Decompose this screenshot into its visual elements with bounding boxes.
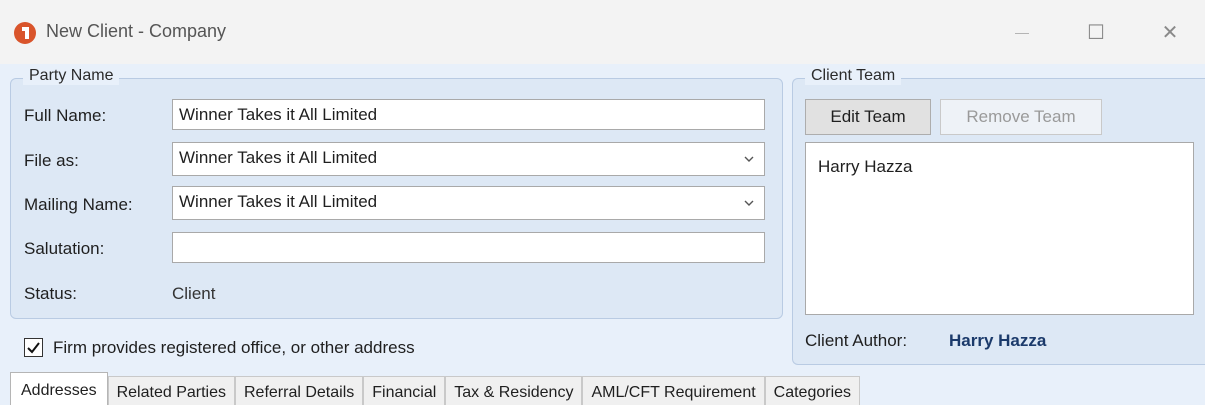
tab-financial[interactable]: Financial <box>363 376 446 405</box>
salutation-input[interactable] <box>172 232 765 263</box>
party-name-legend: Party Name <box>23 67 120 85</box>
full-name-input[interactable]: Winner Takes it All Limited <box>172 99 765 130</box>
tab-categories[interactable]: Categories <box>764 376 861 405</box>
tab-label: Tax & Residency <box>454 384 574 401</box>
maximize-icon: ☐ <box>1087 21 1105 44</box>
file-as-combo[interactable]: Winner Takes it All Limited <box>172 142 765 176</box>
client-team-legend: Client Team <box>805 67 902 85</box>
tab-label: Related Parties <box>116 384 226 401</box>
file-as-label: File as: <box>24 151 79 170</box>
tab-addresses[interactable]: Addresses <box>10 372 108 405</box>
tab-referral-details[interactable]: Referral Details <box>234 376 364 405</box>
tab-related-parties[interactable]: Related Parties <box>107 376 235 405</box>
client-author-value: Harry Hazza <box>949 331 1047 350</box>
tab-aml-cft-requirement[interactable]: AML/CFT Requirement <box>582 376 765 405</box>
full-name-value: Winner Takes it All Limited <box>179 105 378 124</box>
status-value: Client <box>172 284 216 303</box>
mailing-name-value: Winner Takes it All Limited <box>179 192 378 211</box>
close-button[interactable]: ✕ <box>1148 14 1192 50</box>
client-author-label: Client Author: <box>805 331 908 350</box>
team-members-list[interactable]: Harry Hazza <box>805 142 1194 315</box>
file-as-value: Winner Takes it All Limited <box>179 148 378 167</box>
minimize-button[interactable]: — <box>1000 14 1044 50</box>
edit-team-button[interactable]: Edit Team <box>805 99 931 135</box>
tab-label: Financial <box>372 384 437 401</box>
tab-strip: Addresses Related Parties Referral Detai… <box>10 372 861 405</box>
checkmark-icon <box>27 342 40 354</box>
window-title: New Client - Company <box>46 21 227 41</box>
chevron-down-icon[interactable] <box>742 152 756 166</box>
app-logo-icon <box>14 22 36 44</box>
new-client-window: New Client - Company — ☐ ✕ Party Name Fu… <box>0 0 1205 405</box>
remove-team-button[interactable]: Remove Team <box>940 99 1102 135</box>
registered-office-checkbox[interactable] <box>24 338 43 357</box>
client-team-group: Client Team Edit Team Remove Team Harry … <box>792 67 1205 365</box>
minimize-icon: — <box>1015 24 1029 40</box>
remove-team-label: Remove Team <box>966 107 1076 126</box>
tab-label: Categories <box>773 384 852 401</box>
title-bar: New Client - Company — ☐ ✕ <box>0 0 1205 64</box>
full-name-label: Full Name: <box>24 106 107 125</box>
registered-office-label[interactable]: Firm provides registered office, or othe… <box>53 338 415 358</box>
salutation-label: Salutation: <box>24 239 105 258</box>
tab-tax-residency[interactable]: Tax & Residency <box>445 376 583 405</box>
mailing-name-label: Mailing Name: <box>24 195 133 214</box>
tab-label: Referral Details <box>243 384 355 401</box>
edit-team-label: Edit Team <box>830 107 906 126</box>
mailing-name-combo[interactable]: Winner Takes it All Limited <box>172 186 765 220</box>
list-item[interactable]: Harry Hazza <box>818 157 912 177</box>
status-label: Status: <box>24 284 77 303</box>
chevron-down-icon[interactable] <box>742 196 756 210</box>
tab-label: AML/CFT Requirement <box>591 384 756 401</box>
tab-label: Addresses <box>21 382 97 399</box>
close-icon: ✕ <box>1161 21 1179 44</box>
maximize-button[interactable]: ☐ <box>1074 14 1118 50</box>
party-name-group: Party Name Full Name: Winner Takes it Al… <box>10 67 783 319</box>
